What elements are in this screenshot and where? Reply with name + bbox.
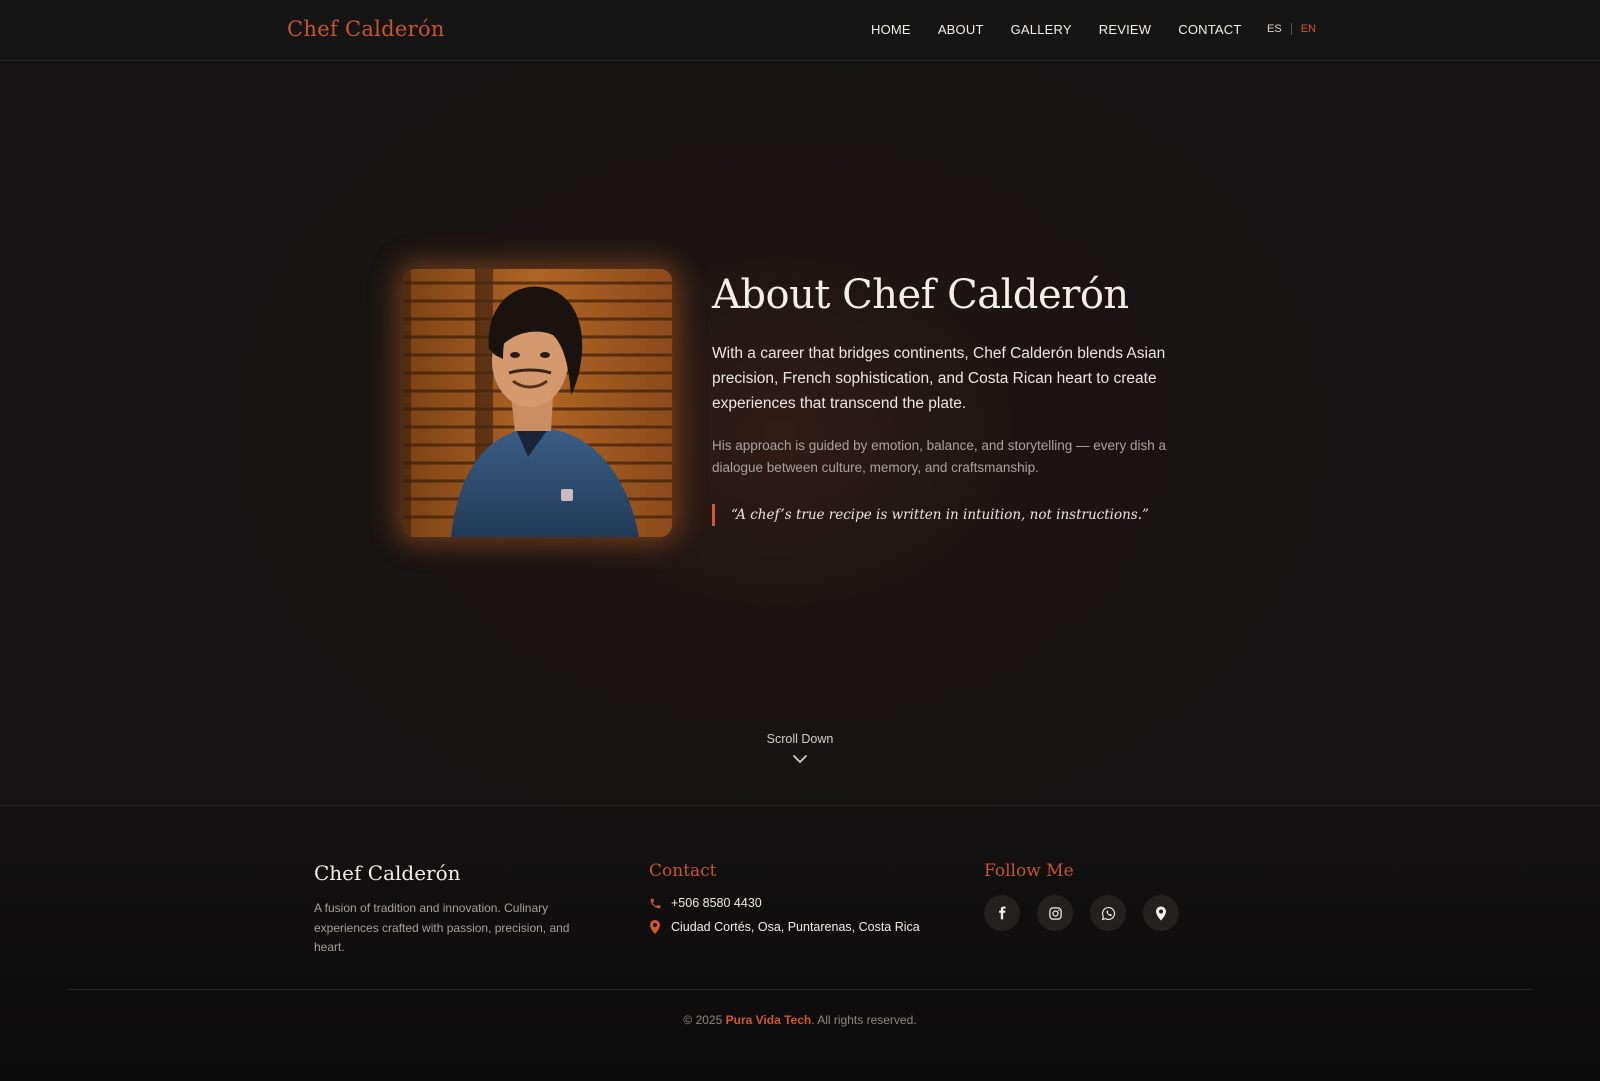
scroll-down-label: Scroll Down (766, 732, 834, 746)
nav-review[interactable]: REVIEW (1099, 22, 1151, 37)
chef-portrait (403, 269, 672, 537)
nav-about[interactable]: ABOUT (938, 22, 984, 37)
instagram-icon (1048, 906, 1062, 920)
about-section: About Chef Calderón With a career that b… (0, 62, 1600, 805)
map-pin-icon (1156, 906, 1166, 920)
footer-contact-title: Contact (649, 861, 717, 881)
site-header: Chef Calderón HOME ABOUT GALLERY REVIEW … (0, 0, 1600, 61)
social-links (984, 895, 1179, 931)
whatsapp-link[interactable] (1090, 895, 1126, 931)
nav-contact[interactable]: CONTACT (1178, 22, 1241, 37)
lang-en[interactable]: EN (1301, 23, 1316, 35)
instagram-link[interactable] (1037, 895, 1073, 931)
nav-gallery[interactable]: GALLERY (1011, 22, 1072, 37)
whatsapp-icon (1101, 906, 1115, 920)
company-link[interactable]: Pura Vida Tech (726, 1013, 812, 1027)
phone-number: +506 8580 4430 (671, 896, 762, 910)
address-text: Ciudad Cortés, Osa, Puntarenas, Costa Ri… (671, 920, 920, 934)
footer-follow-title: Follow Me (984, 861, 1074, 881)
map-link[interactable] (1143, 895, 1179, 931)
lang-es[interactable]: ES (1267, 23, 1282, 35)
footer-description: A fusion of tradition and innovation. Cu… (314, 901, 570, 954)
scroll-down-button[interactable]: Scroll Down (700, 732, 900, 764)
about-sub-text: His approach is guided by emotion, balan… (712, 438, 1167, 475)
facebook-icon (999, 906, 1006, 920)
copyright: © 2025 Pura Vida Tech. All rights reserv… (0, 1013, 1600, 1027)
contact-phone[interactable]: +506 8580 4430 (649, 896, 762, 910)
copyright-suffix: . All rights reserved. (811, 1013, 917, 1027)
main-nav: HOME ABOUT GALLERY REVIEW CONTACT (871, 22, 1269, 37)
footer-divider (67, 989, 1533, 990)
chevron-down-icon (793, 755, 807, 764)
phone-icon (649, 897, 663, 910)
facebook-link[interactable] (984, 895, 1020, 931)
lang-divider (1290, 23, 1292, 35)
copyright-prefix: © 2025 (683, 1013, 726, 1027)
chef-quote: “A chef’s true recipe is written in intu… (712, 504, 1149, 526)
site-footer: Chef Calderón A fusion of tradition and … (0, 805, 1600, 1081)
nav-home[interactable]: HOME (871, 22, 911, 37)
about-lead-text: With a career that bridges continents, C… (712, 345, 1166, 412)
location-pin-icon (649, 920, 663, 934)
about-title: About Chef Calderón (712, 272, 1129, 318)
contact-address[interactable]: Ciudad Cortés, Osa, Puntarenas, Costa Ri… (649, 920, 920, 934)
language-switcher: ES EN (1267, 23, 1316, 35)
footer-brand: Chef Calderón (314, 861, 461, 885)
brand-logo[interactable]: Chef Calderón (287, 17, 445, 41)
